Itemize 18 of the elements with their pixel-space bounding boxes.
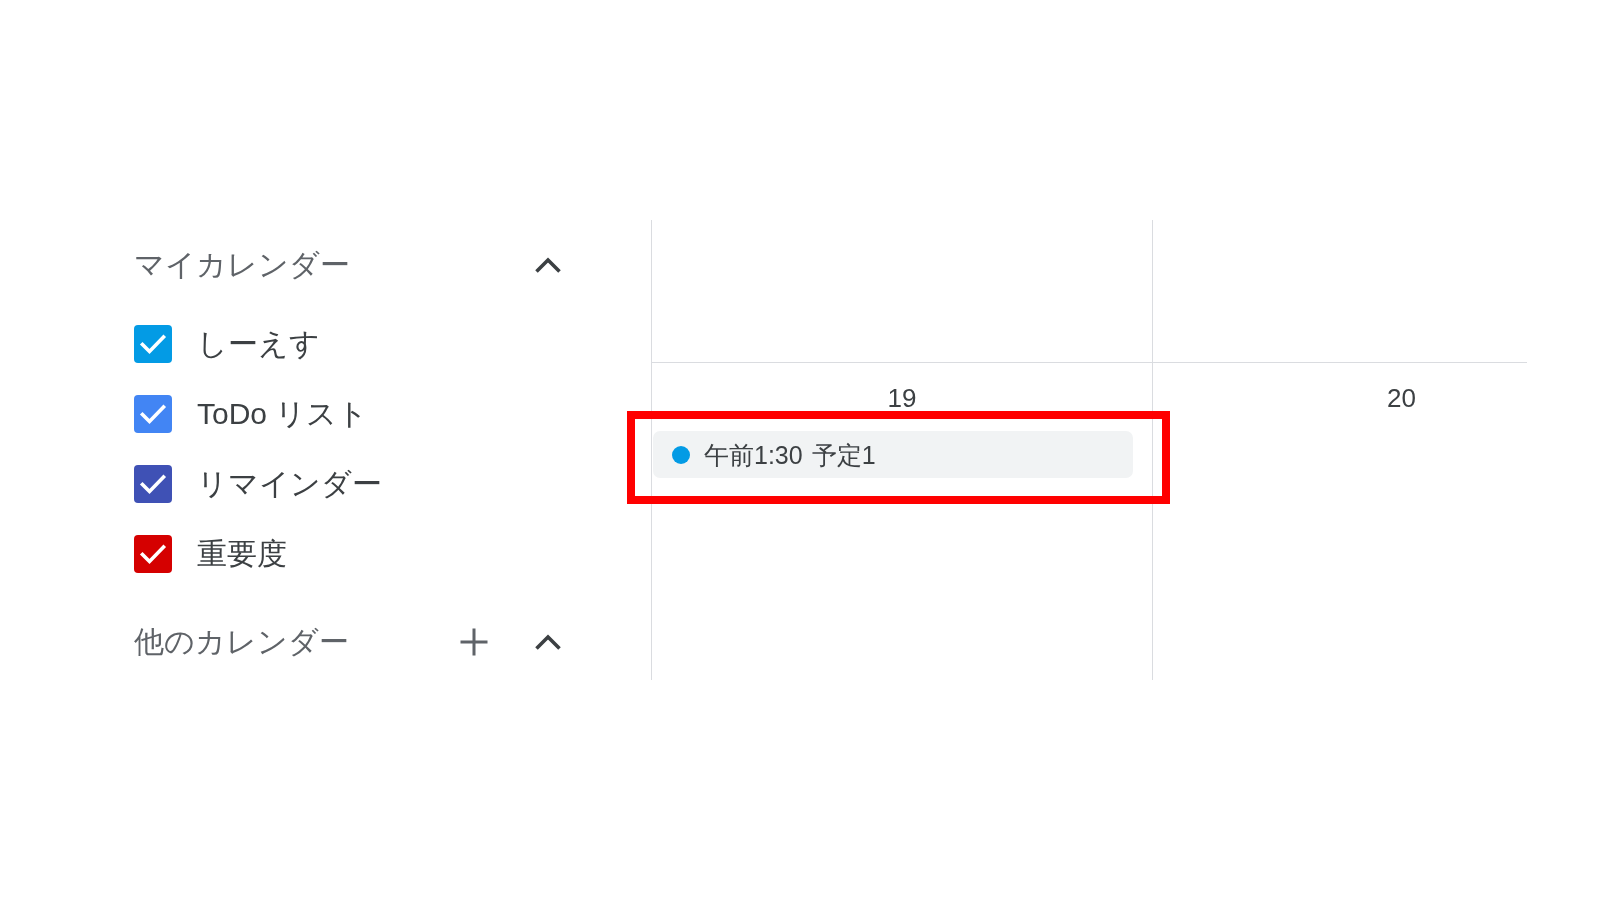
section-title: 他のカレンダー: [134, 624, 350, 660]
checkbox[interactable]: [134, 325, 172, 363]
event-time: 午前1:30: [704, 439, 803, 470]
plus-icon[interactable]: [459, 627, 489, 657]
calendar-label: ToDo リスト: [197, 396, 369, 432]
calendar-label: リマインダー: [197, 466, 382, 502]
event-chip[interactable]: 午前1:30 予定1: [653, 431, 1133, 478]
calendar-label: しーえす: [197, 326, 320, 362]
chevron-up-icon[interactable]: [534, 633, 562, 651]
section-title: マイカレンダー: [134, 247, 351, 283]
checkbox[interactable]: [134, 395, 172, 433]
checkbox[interactable]: [134, 465, 172, 503]
calendar-label: 重要度: [197, 536, 287, 572]
day-number: 19: [887, 385, 917, 411]
event-title: 予定1: [811, 439, 876, 470]
checkbox[interactable]: [134, 535, 172, 573]
chevron-up-icon[interactable]: [534, 256, 562, 274]
day-number: 20: [1387, 385, 1416, 411]
